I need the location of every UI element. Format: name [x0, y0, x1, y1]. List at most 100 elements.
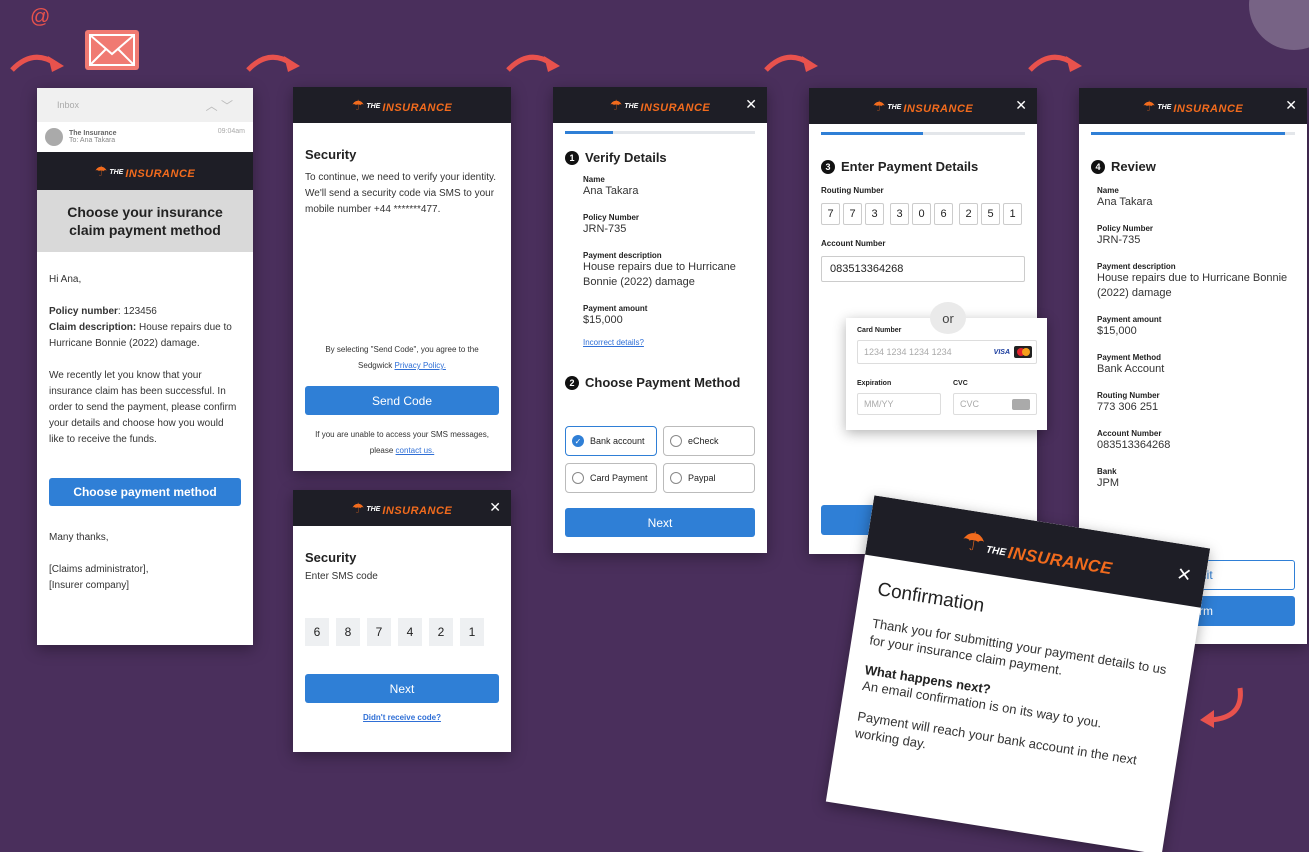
routing-digit[interactable]: 1 — [1003, 203, 1022, 225]
resend-link[interactable]: Didn't receive code? — [305, 713, 499, 722]
brand-bar: ☂ THE INSURANCE ✕ — [293, 490, 511, 526]
step-2-heading: 2 Choose Payment Method — [565, 375, 755, 390]
security-title: Security — [305, 147, 357, 162]
amount-label: Payment amount — [583, 304, 648, 313]
email-card: Inbox ︿ ﹀ The Insurance To: Ana Takara 0… — [37, 88, 253, 645]
umbrella-icon: ☂ — [609, 96, 623, 113]
brand-bar: ☂ THE INSURANCE ✕ — [809, 88, 1037, 124]
code-digit[interactable]: 7 — [367, 618, 391, 646]
option-paypal[interactable]: Paypal — [663, 463, 755, 493]
description-label: Payment description — [1097, 262, 1176, 271]
close-icon[interactable]: ✕ — [1285, 97, 1297, 114]
policy-value: JRN-735 — [1097, 234, 1141, 246]
umbrella-icon: ☂ — [959, 524, 988, 558]
corner-decoration — [1249, 0, 1309, 50]
routing-digit[interactable]: 3 — [865, 203, 884, 225]
cvc-input[interactable]: CVC — [953, 393, 1037, 415]
envelope-icon — [85, 30, 139, 70]
routing-digit[interactable]: 5 — [981, 203, 1000, 225]
code-digit[interactable]: 8 — [336, 618, 360, 646]
agree-text: By selecting "Send Code", you agree to t… — [325, 345, 479, 370]
option-bank-account[interactable]: ✓ Bank account — [565, 426, 657, 456]
code-digit[interactable]: 2 — [429, 618, 453, 646]
choose-payment-button[interactable]: Choose payment method — [49, 478, 241, 506]
card-number-input[interactable]: 1234 1234 1234 1234 VISA — [857, 340, 1037, 364]
signature-2: [Insurer company] — [49, 580, 130, 591]
code-digit[interactable]: 6 — [305, 618, 329, 646]
amount-value: $15,000 — [1097, 325, 1137, 337]
amount-value: $15,000 — [583, 314, 623, 326]
next-button[interactable]: Next — [305, 674, 499, 703]
routing-value: 773 306 251 — [1097, 401, 1159, 413]
account-input[interactable]: 083513364268 — [821, 256, 1025, 282]
progress-fill — [565, 131, 613, 134]
confirmation-card: ☂ THE INSURANCE ✕ Confirmation Thank you f… — [825, 495, 1211, 852]
radio-icon — [670, 472, 682, 484]
progress-bar — [821, 132, 1025, 135]
sms-code-row[interactable]: 687421 — [305, 618, 499, 646]
security-body: To continue, we need to verify your iden… — [305, 172, 497, 215]
routing-digit[interactable]: 2 — [959, 203, 978, 225]
insurance-logo: ☂ THE INSURANCE — [872, 97, 974, 115]
send-code-button[interactable]: Send Code — [305, 386, 499, 415]
routing-digit[interactable]: 6 — [934, 203, 953, 225]
policy-line: Policy number: 123456 — [49, 306, 157, 317]
routing-digit[interactable]: 3 — [890, 203, 909, 225]
close-icon[interactable]: ✕ — [745, 96, 757, 113]
close-icon[interactable]: ✕ — [1015, 97, 1027, 114]
close-icon[interactable]: ✕ — [1175, 564, 1193, 587]
umbrella-icon: ☂ — [1142, 97, 1156, 114]
verify-card: ☂ THE INSURANCE ✕ 1 Verify Details Name Ana… — [553, 87, 767, 553]
cvc-card-icon — [1012, 398, 1030, 410]
option-echeck[interactable]: eCheck — [663, 426, 755, 456]
code-digit[interactable]: 1 — [460, 618, 484, 646]
umbrella-icon: ☂ — [351, 499, 365, 516]
sms-card: ☂ THE INSURANCE ✕ Security Enter SMS code … — [293, 490, 511, 752]
progress-bar — [565, 131, 755, 134]
insurance-logo: ☂ THE INSURANCE — [351, 499, 453, 517]
thanks: Many thanks, — [49, 532, 109, 543]
progress-bar — [1091, 132, 1295, 135]
brand-bar: ☂ THE INSURANCE ✕ — [553, 87, 767, 123]
close-icon[interactable]: ✕ — [489, 499, 501, 516]
expiration-input[interactable]: MM/YY — [857, 393, 941, 415]
email-body: We recently let you know that your insur… — [49, 370, 237, 445]
insurance-logo: ☂ THE INSURANCE — [94, 162, 196, 180]
mastercard-icon — [1014, 346, 1032, 358]
name-value: Ana Takara — [1097, 196, 1153, 208]
brand-bar: ☂ THE INSURANCE — [293, 87, 511, 123]
description-label: Payment description — [583, 251, 662, 260]
inbox-label: Inbox — [57, 100, 80, 110]
insurance-logo: ☂ THE INSURANCE — [959, 524, 1114, 578]
signature-1: [Claims administrator], — [49, 564, 149, 575]
method-label: Payment Method — [1097, 353, 1162, 362]
email-meta: The Insurance To: Ana Takara 09:04am — [37, 122, 253, 152]
arrow-icon — [764, 54, 818, 72]
arrow-icon — [10, 54, 64, 72]
email-time: 09:04am — [217, 128, 245, 135]
name-label: Name — [1097, 186, 1119, 195]
privacy-policy-link[interactable]: Privacy Policy. — [395, 361, 446, 370]
email-header: Inbox ︿ ﹀ — [37, 88, 253, 122]
option-card-payment[interactable]: Card Payment — [565, 463, 657, 493]
routing-digit[interactable]: 7 — [821, 203, 840, 225]
recipient: To: Ana Takara — [69, 137, 116, 144]
amount-label: Payment amount — [1097, 315, 1162, 324]
at-symbol: @ — [30, 6, 51, 28]
expiration-label: Expiration — [857, 380, 892, 387]
claim-line: Claim description: House repairs due to … — [49, 322, 232, 349]
routing-input[interactable]: 773306251 — [821, 203, 1025, 225]
contact-us-link[interactable]: contact us. — [396, 446, 435, 455]
greeting: Hi Ana, — [49, 274, 82, 285]
umbrella-icon: ☂ — [351, 96, 365, 113]
account-label: Account Number — [821, 239, 886, 248]
step-4-heading: 4 Review — [1091, 159, 1289, 174]
code-digit[interactable]: 4 — [398, 618, 422, 646]
routing-digit[interactable]: 7 — [843, 203, 862, 225]
avatar — [45, 128, 63, 146]
nav-chevrons-icon[interactable]: ︿ ﹀ — [206, 97, 233, 114]
card-number-label: Card Number — [857, 327, 902, 334]
next-button[interactable]: Next — [565, 508, 755, 537]
routing-digit[interactable]: 0 — [912, 203, 931, 225]
incorrect-details-link[interactable]: Incorrect details? — [583, 338, 755, 347]
